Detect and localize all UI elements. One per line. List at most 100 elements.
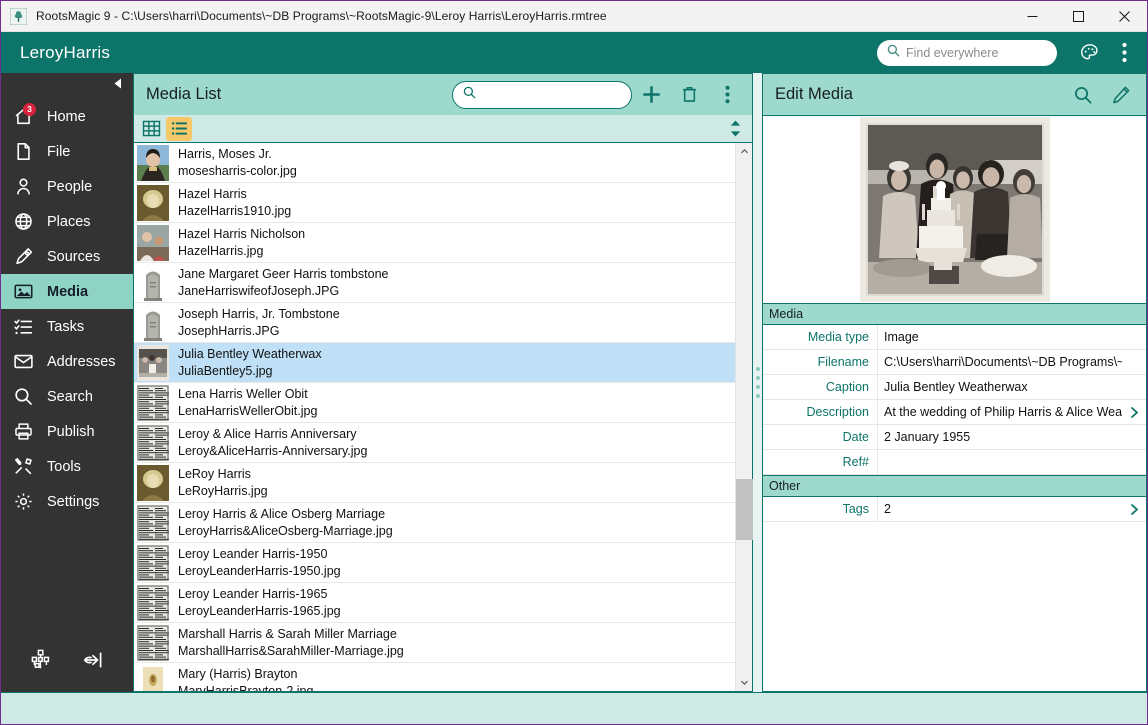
scrollbar-track[interactable] <box>735 160 753 674</box>
tree-icon <box>9 7 28 25</box>
field-value[interactable]: 2 January 1955 <box>877 425 1122 449</box>
database-name: LeroyHarris <box>20 42 111 62</box>
media-item-caption: Harris, Moses Jr. <box>178 146 272 161</box>
sidebar-item-home[interactable]: 3 Home <box>1 99 133 134</box>
edit-field-row[interactable]: Ref# <box>763 450 1146 475</box>
chevron-down-icon[interactable] <box>736 674 753 691</box>
field-chevron-placeholder <box>1122 325 1146 349</box>
edit-field-row[interactable]: Date 2 January 1955 <box>763 425 1146 450</box>
media-list-container: Harris, Moses Jr. mosesharris-color.jpg H… <box>133 143 753 692</box>
sidebar-nav: 3 Home File People Places Sources Media … <box>1 99 133 519</box>
sort-updown-icon[interactable] <box>722 117 748 141</box>
field-value[interactable]: Julia Bentley Weatherwax <box>877 375 1122 399</box>
splitter-grip-dots <box>755 367 760 398</box>
sidebar-item-tasks[interactable]: Tasks <box>1 309 133 344</box>
edit-field-row[interactable]: Caption Julia Bentley Weatherwax <box>763 375 1146 400</box>
globe-icon <box>11 210 35 234</box>
home-icon: 3 <box>11 102 36 129</box>
field-value[interactable]: At the wedding of Philip Harris & Alice … <box>877 400 1122 424</box>
title-bar: RootsMagic 9 - C:\Users\harri\Documents\… <box>1 1 1147 32</box>
sidebar-item-label: Home <box>47 108 86 125</box>
family-tree-icon[interactable] <box>29 648 53 677</box>
sidebar-item-label: People <box>47 178 93 195</box>
logout-icon[interactable] <box>81 648 105 677</box>
sidebar-item-places[interactable]: Places <box>1 204 133 239</box>
field-value[interactable]: Image <box>877 325 1122 349</box>
edit-field-row[interactable]: Description At the wedding of Philip Harr… <box>763 400 1146 425</box>
media-list-item[interactable]: Hazel Harris HazelHarris1910.jpg <box>134 183 735 223</box>
media-list-item[interactable]: Leroy Harris & Alice Osberg Marriage Lero… <box>134 503 735 543</box>
field-value[interactable]: 2 <box>877 497 1122 521</box>
media-thumbnail <box>137 584 169 621</box>
sidebar-item-people[interactable]: People <box>1 169 133 204</box>
media-list-item[interactable]: Harris, Moses Jr. mosesharris-color.jpg <box>134 143 735 183</box>
media-list-item[interactable]: Joseph Harris, Jr. Tombstone JosephHarris… <box>134 303 735 343</box>
media-list-item[interactable]: Julia Bentley Weatherwax JuliaBentley5.jp… <box>134 343 735 383</box>
media-list-more-menu[interactable] <box>708 76 746 114</box>
media-item-filename: LeroyLeanderHarris-1965.jpg <box>178 603 341 618</box>
media-thumbnail <box>137 344 169 381</box>
find-everywhere-box[interactable] <box>877 39 1057 66</box>
field-label: Filename <box>817 355 869 369</box>
media-item-text: Joseph Harris, Jr. Tombstone JosephHarris… <box>178 306 340 339</box>
media-search-box[interactable] <box>452 80 632 109</box>
edit-media-sections: Media Media type Image Filename C:\Users\har… <box>763 303 1146 522</box>
media-list-item[interactable]: Lena Harris Weller Obit LenaHarrisWellerO… <box>134 383 735 423</box>
media-search-input[interactable] <box>482 87 621 102</box>
chevron-right-icon[interactable] <box>1122 400 1146 424</box>
field-label: Date <box>842 430 869 444</box>
media-item-text: Leroy Leander Harris-1950 LeroyLeanderHar… <box>178 546 341 579</box>
palette-icon[interactable] <box>1073 36 1107 70</box>
sidebar-item-search[interactable]: Search <box>1 379 133 414</box>
field-chevron-placeholder <box>1122 375 1146 399</box>
chevron-left-icon[interactable] <box>111 77 124 95</box>
media-item-filename: Leroy&AliceHarris-Anniversary.jpg <box>178 443 368 458</box>
chevron-up-icon[interactable] <box>736 143 753 160</box>
pencil-icon[interactable] <box>1102 76 1140 114</box>
find-everywhere-input[interactable] <box>906 45 1047 60</box>
add-media-button[interactable] <box>632 76 670 114</box>
minimize-button[interactable] <box>1009 1 1055 32</box>
scrollbar-thumb[interactable] <box>735 478 753 541</box>
grid-view-icon[interactable] <box>138 117 164 141</box>
media-list-item[interactable]: Marshall Harris & Sarah Miller Marriage M… <box>134 623 735 663</box>
sidebar-item-label: Sources <box>47 248 101 265</box>
media-list-item[interactable]: Hazel Harris Nicholson HazelHarris.jpg <box>134 223 735 263</box>
chevron-right-icon[interactable] <box>1122 497 1146 521</box>
media-item-filename: JosephHarris.JPG <box>178 323 280 338</box>
sidebar-item-publish[interactable]: Publish <box>1 414 133 449</box>
media-list-item[interactable]: LeRoy Harris LeRoyHarris.jpg <box>134 463 735 503</box>
field-value[interactable]: C:\Users\harri\Documents\~DB Programs\~R… <box>877 350 1122 374</box>
media-thumbnail <box>137 384 169 421</box>
edit-media-search-button[interactable] <box>1064 76 1102 114</box>
delete-media-button[interactable] <box>670 76 708 114</box>
media-list-item[interactable]: Mary (Harris) Brayton MaryHarrisBrayton-2… <box>134 663 735 691</box>
media-preview[interactable] <box>763 116 1146 303</box>
field-value[interactable] <box>877 450 1122 474</box>
media-list-item[interactable]: Leroy & Alice Harris Anniversary Leroy&Al… <box>134 423 735 463</box>
gear-icon <box>11 490 35 514</box>
media-list-item[interactable]: Leroy Leander Harris-1950 LeroyLeanderHar… <box>134 543 735 583</box>
sidebar-item-tools[interactable]: Tools <box>1 449 133 484</box>
close-button[interactable] <box>1101 1 1147 32</box>
sidebar-item-settings[interactable]: Settings <box>1 484 133 519</box>
media-thumbnail <box>137 624 169 661</box>
sidebar-item-file[interactable]: File <box>1 134 133 169</box>
panel-splitter[interactable] <box>753 73 762 692</box>
edit-field-row[interactable]: Filename C:\Users\harri\Documents\~DB Pro… <box>763 350 1146 375</box>
sidebar-item-media[interactable]: Media <box>1 274 133 309</box>
media-item-filename: mosesharris-color.jpg <box>178 163 297 178</box>
media-item-caption: Leroy & Alice Harris Anniversary <box>178 426 357 441</box>
media-list-item[interactable]: Leroy Leander Harris-1965 LeroyLeanderHar… <box>134 583 735 623</box>
list-view-icon[interactable] <box>166 116 192 141</box>
sidebar-item-sources[interactable]: Sources <box>1 239 133 274</box>
sidebar-item-label: Settings <box>47 493 100 510</box>
maximize-button[interactable] <box>1055 1 1101 32</box>
media-list-scrollbar[interactable] <box>735 143 753 691</box>
kebab-menu-icon[interactable] <box>1107 36 1141 70</box>
edit-field-row[interactable]: Media type Image <box>763 325 1146 350</box>
edit-field-row[interactable]: Tags 2 <box>763 497 1146 522</box>
media-list-item[interactable]: Jane Margaret Geer Harris tombstone JaneH… <box>134 263 735 303</box>
media-item-text: Hazel Harris Nicholson HazelHarris.jpg <box>178 226 305 259</box>
sidebar-item-addresses[interactable]: Addresses <box>1 344 133 379</box>
